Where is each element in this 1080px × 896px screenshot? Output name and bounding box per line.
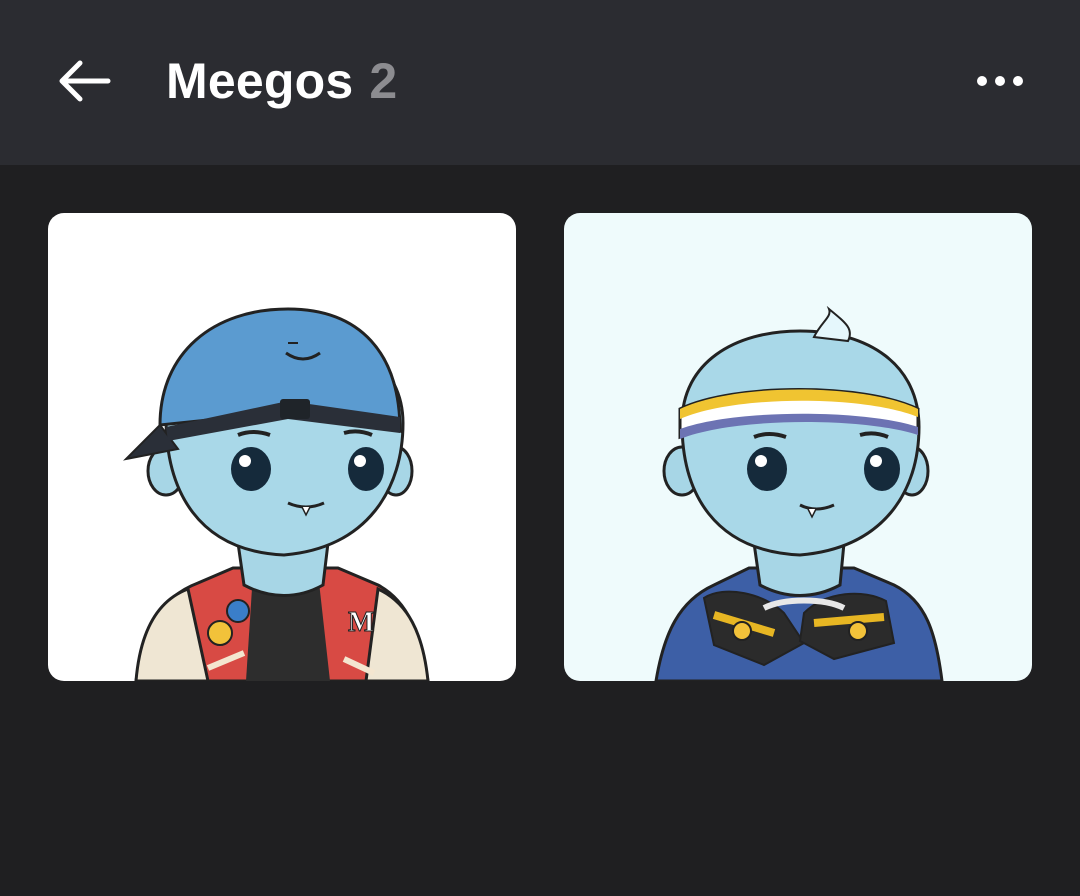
more-horizontal-icon [977,76,1023,86]
arrow-left-icon [59,60,111,102]
meego-avatar-image [654,305,944,681]
page-title: Meegos 2 [166,48,397,114]
nft-card[interactable]: M [48,213,516,681]
more-options-button[interactable] [964,52,1036,110]
collection-name: Meegos [166,53,354,109]
top-app-bar: Meegos 2 [0,0,1080,165]
svg-text:M: M [348,607,374,638]
item-count: 2 [369,53,398,109]
meego-avatar-image: M [122,307,430,681]
back-button[interactable] [44,48,124,114]
nft-card[interactable] [564,213,1032,681]
